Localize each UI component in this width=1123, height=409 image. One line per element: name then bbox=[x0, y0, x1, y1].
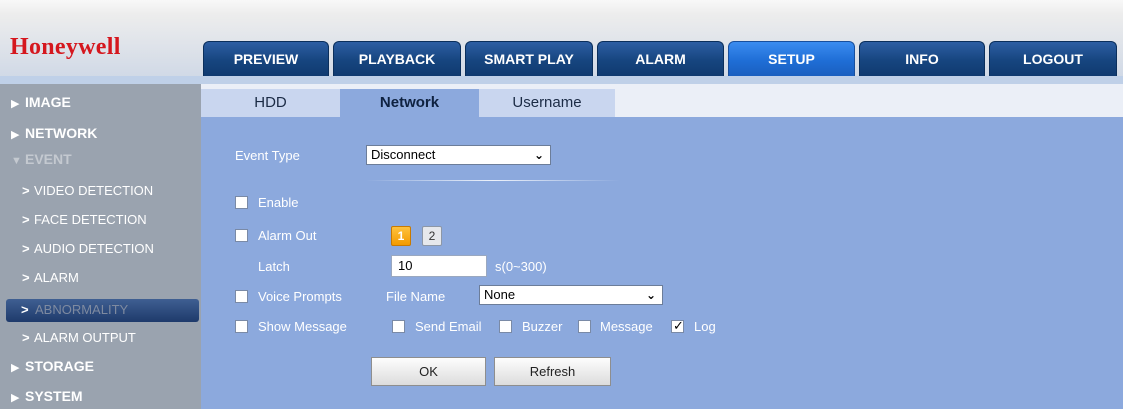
log-label: Log bbox=[694, 319, 716, 334]
sidebar-item-audio-detection[interactable]: > AUDIO DETECTION bbox=[22, 241, 223, 256]
tab-network[interactable]: Network bbox=[340, 89, 479, 117]
enable-checkbox[interactable] bbox=[235, 196, 248, 209]
latch-unit-label: s(0~300) bbox=[495, 259, 547, 274]
tab-username[interactable]: Username bbox=[479, 89, 615, 117]
nav-tab-smart-play[interactable]: SMART PLAY bbox=[465, 41, 593, 76]
enable-label: Enable bbox=[258, 195, 299, 210]
section-divider bbox=[366, 180, 620, 181]
nav-tab-alarm[interactable]: ALARM bbox=[597, 41, 724, 76]
buzzer-label: Buzzer bbox=[522, 319, 563, 334]
sidebar-item-event[interactable]: ▼ EVENT bbox=[11, 151, 212, 167]
nav-tab-playback[interactable]: PLAYBACK bbox=[333, 41, 461, 76]
show-message-label: Show Message bbox=[258, 319, 347, 334]
alarm-out-checkbox[interactable] bbox=[235, 229, 248, 242]
chevron-down-icon: ⌄ bbox=[533, 148, 544, 162]
triangle-right-icon: ▶ bbox=[11, 362, 20, 374]
nav-tab-info[interactable]: INFO bbox=[859, 41, 985, 76]
sidebar-item-image[interactable]: ▶ IMAGE bbox=[11, 94, 212, 110]
sidebar: ▶ IMAGE ▶ NETWORK ▼ EVENT > VIDEO DETECTION … bbox=[0, 84, 201, 409]
sidebar-item-system[interactable]: ▶ SYSTEM bbox=[11, 388, 212, 404]
ok-button[interactable]: OK bbox=[371, 357, 486, 386]
sidebar-item-alarm[interactable]: > ALARM bbox=[22, 270, 223, 285]
show-message-checkbox[interactable] bbox=[235, 320, 248, 333]
chevron-right-icon: > bbox=[22, 212, 30, 227]
chevron-down-icon: ⌄ bbox=[645, 288, 656, 302]
send-email-label: Send Email bbox=[415, 319, 482, 334]
sidebar-item-storage[interactable]: ▶ STORAGE bbox=[11, 358, 212, 374]
tab-hdd[interactable]: HDD bbox=[201, 89, 340, 117]
nav-tab-setup[interactable]: SETUP bbox=[728, 41, 855, 76]
file-name-select[interactable]: None ⌄ bbox=[479, 285, 663, 305]
log-checkbox[interactable]: ✓ bbox=[671, 318, 684, 333]
chevron-right-icon: > bbox=[22, 330, 30, 345]
sidebar-item-face-detection[interactable]: > FACE DETECTION bbox=[22, 212, 223, 227]
triangle-right-icon: ▶ bbox=[11, 98, 20, 110]
latch-input[interactable]: 10 bbox=[391, 255, 487, 277]
sidebar-item-video-detection[interactable]: > VIDEO DETECTION bbox=[22, 183, 223, 198]
latch-label: Latch bbox=[258, 259, 290, 274]
sidebar-item-abnormality[interactable]: > ABNORMALITY bbox=[6, 299, 199, 322]
message-label: Message bbox=[600, 319, 653, 334]
check-icon: ✓ bbox=[673, 318, 684, 333]
sidebar-item-network[interactable]: ▶ NETWORK bbox=[11, 125, 212, 141]
send-email-checkbox[interactable] bbox=[392, 320, 405, 333]
alarm-out-channel-2-button[interactable]: 2 bbox=[422, 226, 442, 246]
alarm-out-label: Alarm Out bbox=[258, 228, 317, 243]
alarm-out-channel-1-button[interactable]: 1 bbox=[391, 226, 411, 246]
brand-logo: Honeywell bbox=[10, 34, 121, 60]
voice-prompts-checkbox[interactable] bbox=[235, 290, 248, 303]
nav-underline bbox=[0, 76, 1123, 84]
chevron-right-icon: > bbox=[21, 302, 29, 317]
refresh-button[interactable]: Refresh bbox=[494, 357, 611, 386]
triangle-down-icon: ▼ bbox=[11, 155, 22, 167]
event-type-select[interactable]: Disconnect ⌄ bbox=[366, 145, 551, 165]
message-checkbox[interactable] bbox=[578, 320, 591, 333]
sidebar-item-alarm-output[interactable]: > ALARM OUTPUT bbox=[22, 330, 223, 345]
voice-prompts-label: Voice Prompts bbox=[258, 289, 342, 304]
settings-panel bbox=[201, 117, 1123, 409]
chevron-right-icon: > bbox=[22, 270, 30, 285]
nav-tab-preview[interactable]: PREVIEW bbox=[203, 41, 329, 76]
triangle-right-icon: ▶ bbox=[11, 392, 20, 404]
chevron-right-icon: > bbox=[22, 241, 30, 256]
chevron-right-icon: > bbox=[22, 183, 30, 198]
buzzer-checkbox[interactable] bbox=[499, 320, 512, 333]
event-type-label: Event Type bbox=[235, 148, 300, 163]
nav-tab-logout[interactable]: LOGOUT bbox=[989, 41, 1117, 76]
triangle-right-icon: ▶ bbox=[11, 129, 20, 141]
file-name-label: File Name bbox=[386, 289, 446, 304]
